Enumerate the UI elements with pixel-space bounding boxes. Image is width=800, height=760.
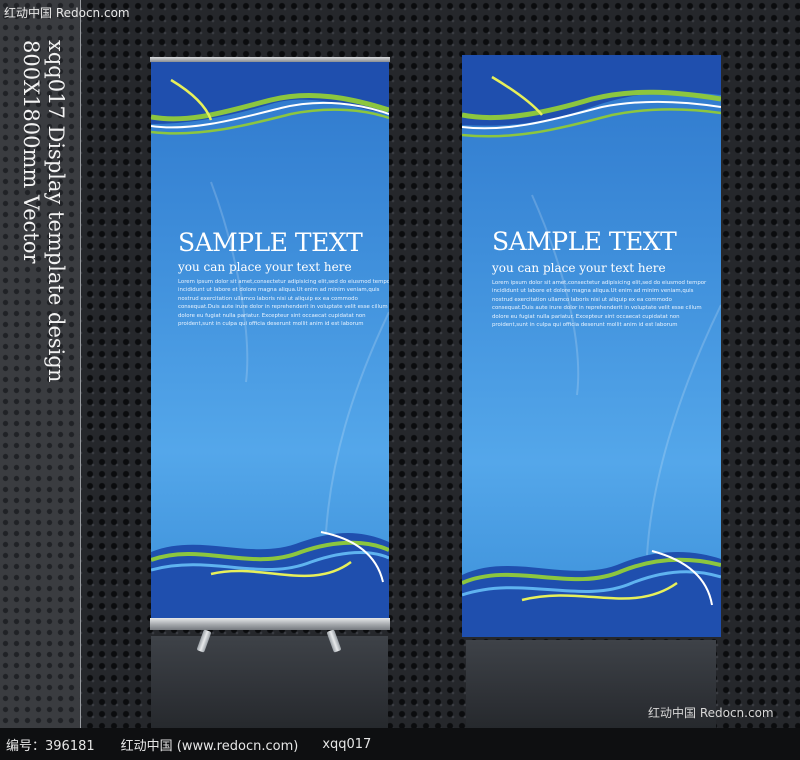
cassette-left [150,618,390,630]
banner-right-title: SAMPLE TEXT [492,227,677,256]
footer-code: xqq017 [322,736,372,752]
footer-id: 编号：396181 [6,738,95,754]
caption-line-1: xqq017 Display template design [44,40,68,383]
vertical-caption: xqq017 Display template design 800X1800m… [18,40,68,400]
stand-floor-left [151,636,388,728]
left-caption-strip: xqq017 Display template design 800X1800m… [0,0,81,728]
watermark-top: 红动中国 Redocn.com [4,6,130,20]
banner-right-artwork [462,55,721,637]
footer-bar: 编号：396181 红动中国 (www.redocn.com) xqq017 [0,728,800,760]
footer-site: 红动中国 (www.redocn.com) [120,738,299,754]
display-background: xqq017 Display template design 800X1800m… [0,0,800,728]
banner-left-title: SAMPLE TEXT [178,228,363,257]
banner-left: SAMPLE TEXT you can place your text here… [151,62,389,619]
banner-right: SAMPLE TEXT you can place your text here… [462,55,721,637]
watermark-bottom: 红动中国 Redocn.com [648,706,774,720]
banner-left-subtitle: you can place your text here [178,260,352,274]
banner-left-artwork [151,62,389,619]
caption-line-2: 800X1800mm Vector [19,40,43,264]
banner-right-body: Lorem ipsum dolor sit amet,consectetur a… [492,280,707,329]
banner-left-body: Lorem ipsum dolor sit amet,consectetur a… [178,279,389,328]
banner-right-subtitle: you can place your text here [492,261,666,275]
